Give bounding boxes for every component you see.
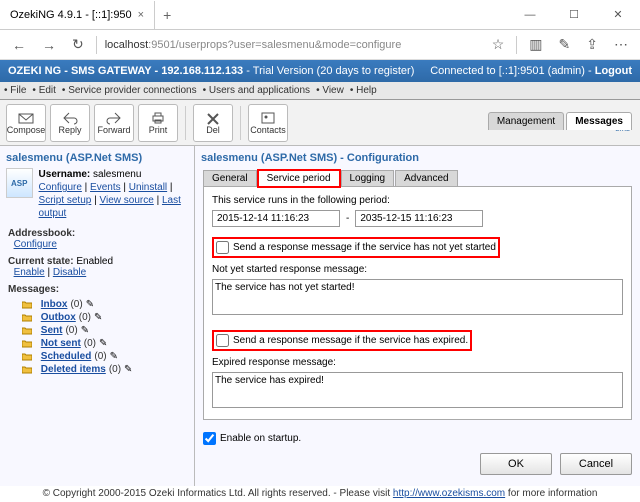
browser-tab[interactable]: OzekiNG 4.9.1 - [::1]:950 ×	[0, 1, 155, 29]
edit-icon[interactable]: ✎	[86, 299, 94, 310]
reading-icon[interactable]: ▥	[525, 36, 546, 53]
browser-titlebar: OzekiNG 4.9.1 - [::1]:950 × + — ☐ ✕	[0, 0, 640, 30]
link-source[interactable]: View source	[100, 195, 154, 206]
main-panel: salesmenu (ASP.Net SMS) - Configuration …	[195, 146, 640, 486]
print-button[interactable]: Print	[138, 104, 178, 142]
disable-link[interactable]: Disable	[53, 267, 86, 278]
refresh-button[interactable]: ↻	[68, 36, 88, 53]
tab-messages[interactable]: Messages	[566, 112, 632, 130]
tab-general[interactable]: General	[203, 170, 257, 187]
connected-text: Connected to [.:1]:9501 (admin) -	[430, 65, 591, 77]
minimize-button[interactable]: —	[508, 0, 552, 30]
folder-outbox[interactable]: Outbox (0)✎	[22, 312, 190, 323]
edit-icon[interactable]: ✎	[124, 364, 132, 375]
sidebar-title: salesmenu (ASP.Net SMS)	[4, 150, 190, 166]
link-events[interactable]: Events	[90, 182, 121, 193]
link-uninstall[interactable]: Uninstall	[129, 182, 167, 193]
browser-navbar: ← → ↻ localhost:9501/userprops?user=sale…	[0, 30, 640, 60]
toolbar: Compose Reply Forward Print Del Contacts…	[0, 100, 640, 146]
share-icon[interactable]: ⇪	[582, 36, 602, 53]
folder-sent[interactable]: Sent (0)✎	[22, 325, 190, 336]
asp-icon: ASP	[6, 168, 33, 198]
startup-checkbox[interactable]	[203, 432, 216, 445]
expired-row: Send a response message if the service h…	[212, 330, 472, 351]
address-bar[interactable]: localhost:9501/userprops?user=salesmenu&…	[105, 39, 480, 51]
star-icon[interactable]: ☆	[488, 36, 509, 53]
date-from-input[interactable]	[212, 210, 340, 227]
notstarted-textarea[interactable]	[212, 279, 623, 315]
expired-label: Expired response message:	[212, 357, 623, 368]
logout-link[interactable]: Logout	[595, 65, 632, 77]
cancel-button[interactable]: Cancel	[560, 453, 632, 475]
period-label: This service runs in the following perio…	[212, 195, 623, 206]
note-icon[interactable]: ✎	[555, 36, 575, 53]
notstarted-checkbox[interactable]	[216, 241, 229, 254]
date-to-input[interactable]	[355, 210, 483, 227]
compose-button[interactable]: Compose	[6, 104, 46, 142]
notstarted-label: Not yet started response message:	[212, 264, 623, 275]
more-icon[interactable]: ⋯	[610, 36, 632, 53]
forward-button[interactable]: Forward	[94, 104, 134, 142]
app-header: OZEKI NG - SMS GATEWAY - 192.168.112.133…	[0, 60, 640, 82]
folder-deleted[interactable]: Deleted items (0)✎	[22, 364, 190, 375]
edit-icon[interactable]: ✎	[99, 338, 107, 349]
notstarted-row: Send a response message if the service h…	[212, 237, 500, 258]
edit-icon[interactable]: ✎	[110, 351, 118, 362]
menubar: File Edit Service provider connections U…	[0, 82, 640, 100]
tab-title: OzekiNG 4.9.1 - [::1]:950	[10, 9, 132, 21]
folder-inbox[interactable]: Inbox (0)✎	[22, 299, 190, 310]
back-button[interactable]: ←	[8, 37, 30, 53]
tab-service-period[interactable]: Service period	[258, 170, 340, 187]
close-button[interactable]: ✕	[596, 0, 640, 30]
sidebar: salesmenu (ASP.Net SMS) ASP Username: sa…	[0, 146, 195, 486]
forward-button[interactable]: →	[38, 37, 60, 53]
enable-link[interactable]: Enable	[14, 267, 45, 278]
edit-icon[interactable]: ✎	[81, 325, 89, 336]
menu-edit[interactable]: Edit	[32, 85, 56, 96]
contacts-button[interactable]: Contacts	[248, 104, 288, 142]
main-title: salesmenu (ASP.Net SMS) - Configuration	[199, 150, 636, 170]
folder-scheduled[interactable]: Scheduled (0)✎	[22, 351, 190, 362]
footer-link[interactable]: http://www.ozekisms.com	[393, 488, 505, 499]
tab-advanced[interactable]: Advanced	[395, 170, 457, 187]
tab-management[interactable]: Management	[488, 112, 564, 130]
app-title: OZEKI NG - SMS GATEWAY - 192.168.112.133	[8, 65, 243, 77]
tab-logging[interactable]: Logging	[341, 170, 395, 187]
expired-checkbox[interactable]	[216, 334, 229, 347]
menu-help[interactable]: Help	[350, 85, 377, 96]
addressbook-configure[interactable]: Configure	[14, 239, 57, 250]
menu-users[interactable]: Users and applications	[203, 85, 310, 96]
folder-notsent[interactable]: Not sent (0)✎	[22, 338, 190, 349]
menu-file[interactable]: File	[4, 85, 26, 96]
new-tab-button[interactable]: +	[155, 7, 179, 23]
link-configure[interactable]: Configure	[39, 182, 82, 193]
tab-close-icon[interactable]: ×	[138, 9, 144, 21]
footer: © Copyright 2000-2015 Ozeki Informatics …	[0, 486, 640, 502]
reply-button[interactable]: Reply	[50, 104, 90, 142]
ok-button[interactable]: OK	[480, 453, 552, 475]
trial-text: - Trial Version (20 days to register)	[246, 65, 414, 77]
maximize-button[interactable]: ☐	[552, 0, 596, 30]
edit-icon[interactable]: ✎	[94, 312, 102, 323]
link-script[interactable]: Script setup	[39, 195, 92, 206]
menu-providers[interactable]: Service provider connections	[62, 85, 197, 96]
delete-button[interactable]: Del	[193, 104, 233, 142]
menu-view[interactable]: View	[316, 85, 344, 96]
expired-textarea[interactable]	[212, 372, 623, 408]
